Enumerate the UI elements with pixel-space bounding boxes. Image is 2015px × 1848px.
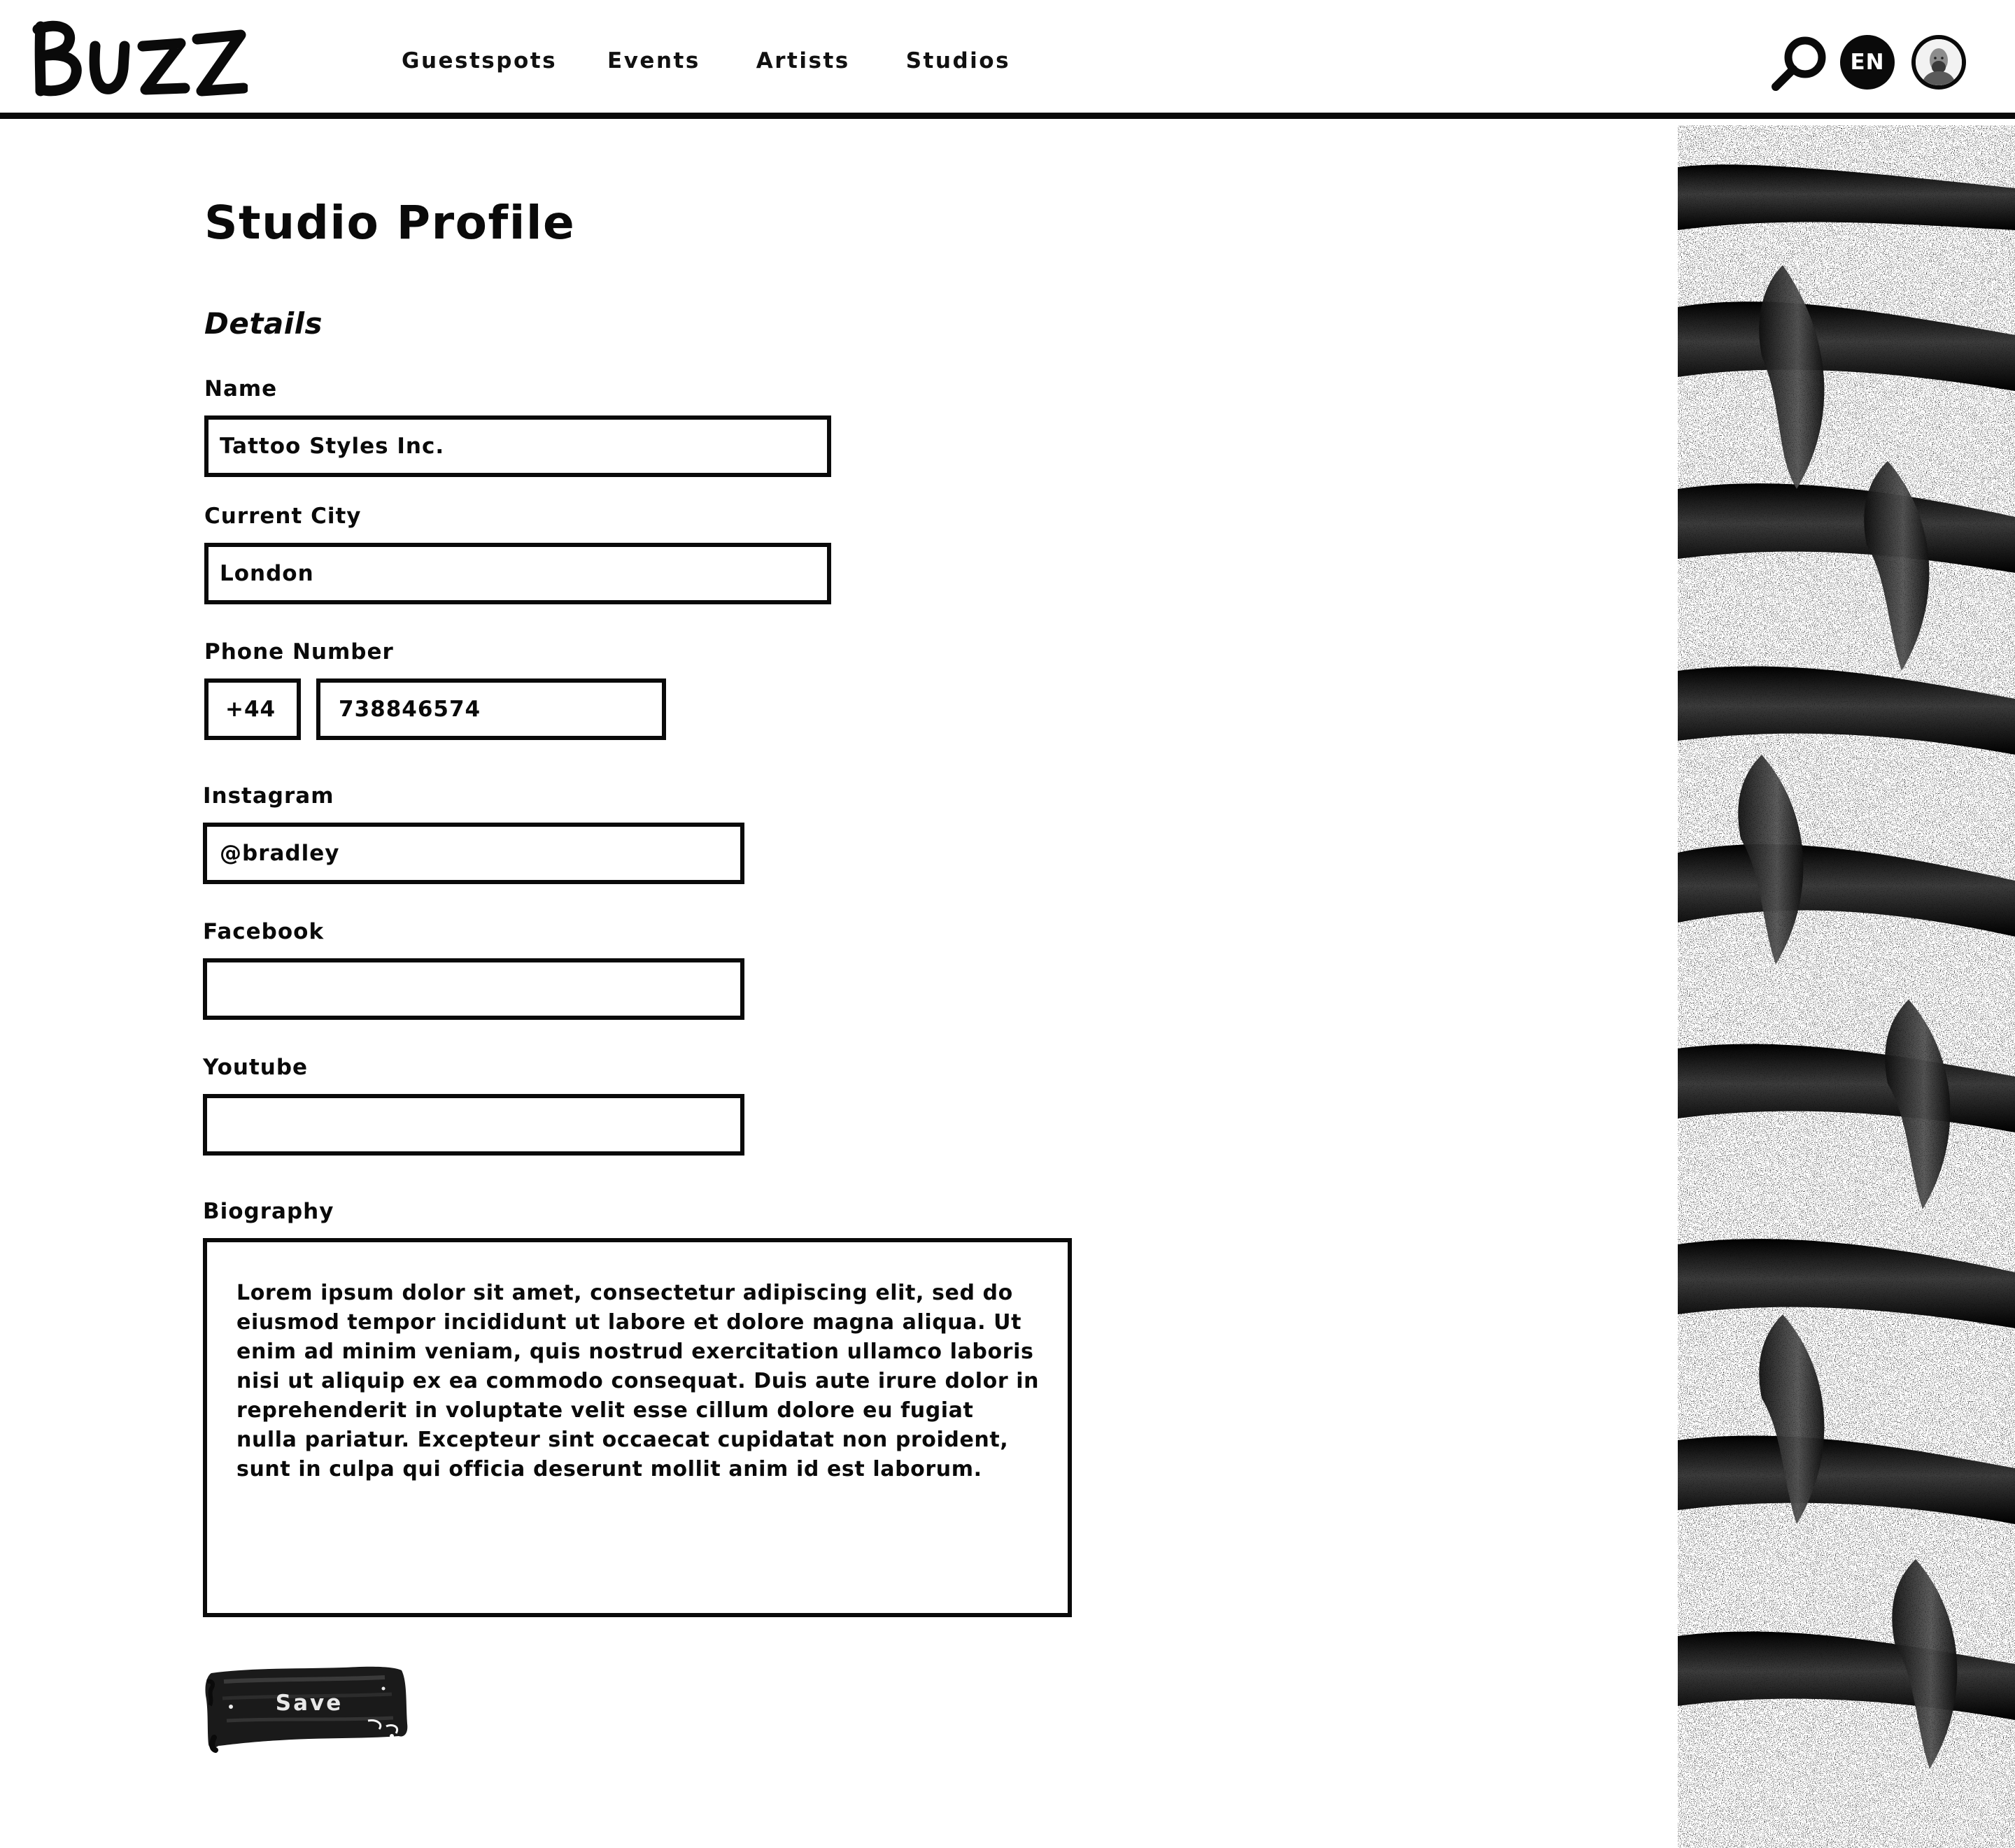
nav-events[interactable]: Events xyxy=(607,43,700,78)
facebook-label: Facebook xyxy=(203,919,325,944)
biography-label: Biography xyxy=(203,1199,334,1224)
avatar-portrait-icon xyxy=(1916,39,1962,85)
phone-number-input[interactable]: 738846574 xyxy=(316,678,666,740)
buzz-logo-mark xyxy=(32,20,249,97)
youtube-input[interactable] xyxy=(203,1094,744,1156)
biography-textarea[interactable]: Lorem ipsum dolor sit amet, consectetur … xyxy=(203,1238,1072,1617)
phone-label: Phone Number xyxy=(204,639,394,664)
top-header: Guestspots Events Artists Studios EN xyxy=(0,0,2015,119)
language-selector[interactable]: EN xyxy=(1840,35,1895,90)
nav-studios[interactable]: Studios xyxy=(906,43,1010,78)
search-icon[interactable] xyxy=(1770,34,1829,92)
instagram-label: Instagram xyxy=(203,783,334,809)
page: Guestspots Events Artists Studios EN Stu… xyxy=(0,0,2015,1848)
city-label: Current City xyxy=(204,504,362,529)
main-nav: Guestspots Events Artists Studios xyxy=(402,43,1010,78)
youtube-label: Youtube xyxy=(203,1055,309,1080)
decorative-artwork xyxy=(1678,125,2015,1848)
nav-guestspots[interactable]: Guestspots xyxy=(402,43,557,78)
buzz-logo[interactable] xyxy=(31,15,249,106)
nav-artists[interactable]: Artists xyxy=(756,43,850,78)
section-title-details: Details xyxy=(204,306,323,341)
save-button[interactable]: Save xyxy=(203,1654,410,1758)
page-title: Studio Profile xyxy=(204,196,576,250)
city-input[interactable]: London xyxy=(204,543,831,604)
facebook-input[interactable] xyxy=(203,958,744,1020)
name-label: Name xyxy=(204,376,278,401)
save-button-label: Save xyxy=(275,1691,344,1716)
user-avatar[interactable] xyxy=(1911,35,1966,90)
name-input[interactable]: Tattoo Styles Inc. xyxy=(204,415,831,477)
instagram-input[interactable]: @bradley xyxy=(203,823,744,884)
phone-country-code-input[interactable]: +44 xyxy=(204,678,301,740)
